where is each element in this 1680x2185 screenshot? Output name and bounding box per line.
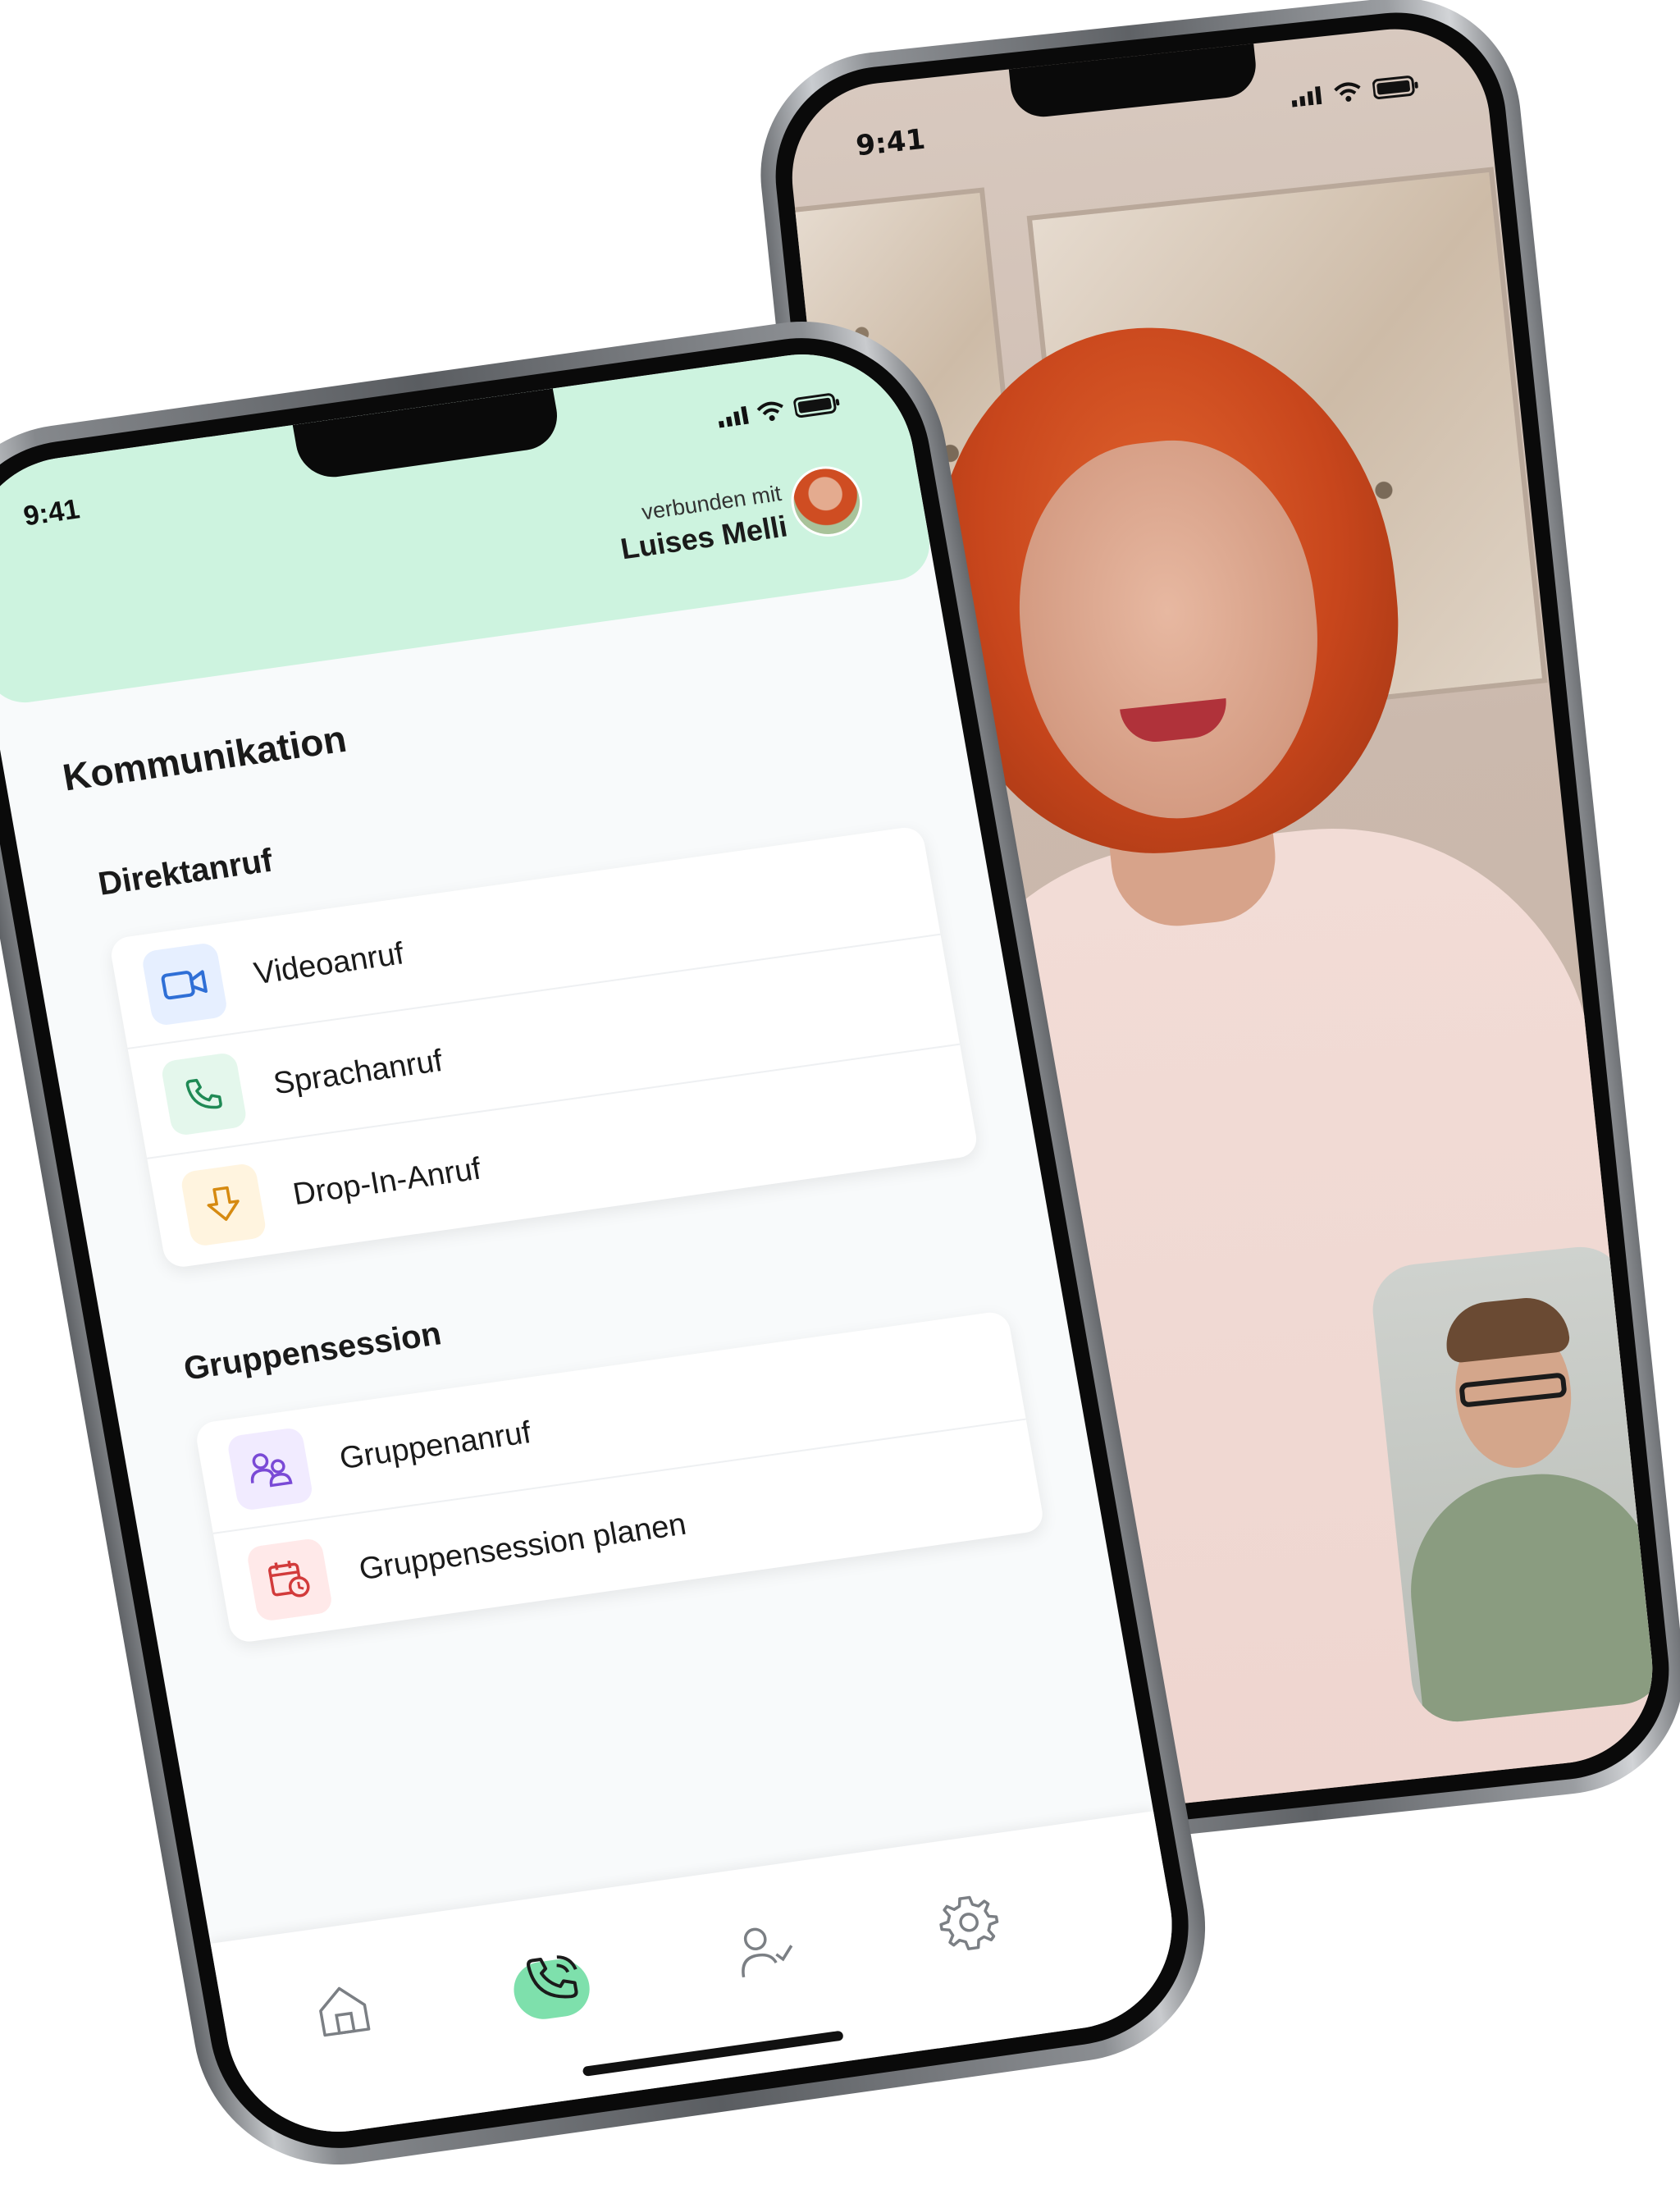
list-item-label: Gruppenanruf xyxy=(336,1415,534,1476)
status-time: 9:41 xyxy=(21,493,82,533)
connection-info: verbunden mit Luises Melli xyxy=(613,481,790,566)
phone-icon xyxy=(527,1955,578,1999)
calendar-clock-icon xyxy=(245,1537,334,1623)
tab-settings[interactable] xyxy=(916,1872,1021,1973)
home-icon xyxy=(319,1986,371,2037)
video-camera-icon xyxy=(140,941,229,1027)
section-title-gruppensession: Gruppensession xyxy=(180,1315,445,1387)
signal-icon xyxy=(718,405,749,428)
tab-communication[interactable] xyxy=(502,1930,607,2032)
list-item-label: Gruppensession planen xyxy=(356,1506,689,1587)
battery-icon xyxy=(793,393,840,418)
mockup-stage: 9:41 9:41 verbunden mit Luises Melli Kom… xyxy=(0,0,1680,2185)
user-check-icon xyxy=(742,1927,793,1977)
list-item-label: Drop-In-Anruf xyxy=(290,1151,484,1212)
wifi-icon xyxy=(756,401,783,422)
signal-icon xyxy=(1291,85,1322,107)
tab-contacts[interactable] xyxy=(713,1900,818,2002)
gear-icon xyxy=(939,1895,999,1950)
tab-home[interactable] xyxy=(290,1959,395,2061)
list-item-label: Videoanruf xyxy=(251,935,407,991)
wifi-icon xyxy=(1334,82,1361,102)
avatar[interactable] xyxy=(785,461,868,542)
group-icon xyxy=(226,1426,314,1512)
self-view-shirt xyxy=(1399,1462,1662,1726)
status-icons xyxy=(716,391,842,429)
page-title: Kommunikation xyxy=(59,716,350,799)
phone-icon xyxy=(160,1051,249,1137)
list-item-label: Sprachanruf xyxy=(271,1043,445,1101)
direct-call-card: Videoanruf Sprachanruf Drop-In-Anruf xyxy=(108,825,979,1269)
arrow-down-icon xyxy=(179,1162,268,1248)
section-title-direktanruf: Direktanruf xyxy=(95,842,276,903)
